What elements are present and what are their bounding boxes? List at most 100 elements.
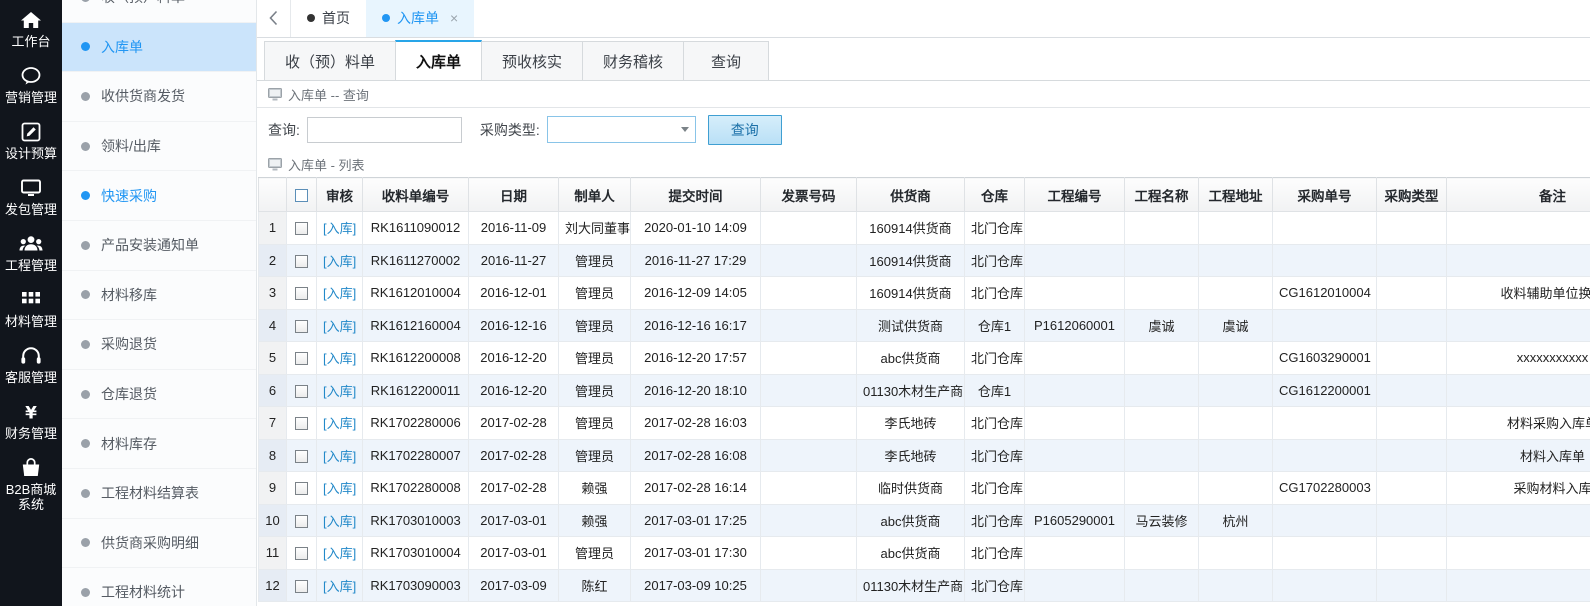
window-tab-1[interactable]: 首页 xyxy=(291,0,366,37)
cell-audit[interactable]: [入库] xyxy=(317,472,363,505)
table-row[interactable]: 2[入库]RK16112700022016-11-27管理员2016-11-27… xyxy=(259,244,1590,277)
collapse-sidebar-button[interactable] xyxy=(257,0,291,37)
table-header-audit[interactable]: 审核 xyxy=(317,178,363,212)
cell-audit[interactable]: [入库] xyxy=(317,212,363,245)
stock-in-link[interactable]: [入库] xyxy=(323,481,356,496)
window-tab-2[interactable]: 入库单× xyxy=(366,0,474,37)
table-row[interactable]: 7[入库]RK17022800062017-02-28管理员2017-02-28… xyxy=(259,407,1590,440)
row-checkbox-cell[interactable] xyxy=(287,569,317,602)
submenu-item-6[interactable]: 产品安装通知单 xyxy=(62,221,256,271)
row-checkbox-cell[interactable] xyxy=(287,472,317,505)
table-header-date[interactable]: 日期 xyxy=(469,178,559,212)
table-row[interactable]: 10[入库]RK17030100032017-03-01赖强2017-03-01… xyxy=(259,504,1590,537)
table-header-code[interactable]: 收料单编号 xyxy=(363,178,469,212)
stock-in-link[interactable]: [入库] xyxy=(323,319,356,334)
query-input[interactable] xyxy=(307,117,462,143)
table-header-supplier[interactable]: 供货商 xyxy=(857,178,965,212)
row-checkbox[interactable] xyxy=(295,222,308,235)
inner-tab-5[interactable]: 查询 xyxy=(683,41,769,80)
stock-in-link[interactable]: [入库] xyxy=(323,221,356,236)
row-checkbox[interactable] xyxy=(295,547,308,560)
row-checkbox[interactable] xyxy=(295,255,308,268)
table-header-projaddr[interactable]: 工程地址 xyxy=(1199,178,1273,212)
table-row[interactable]: 12[入库]RK17030900032017-03-09陈红2017-03-09… xyxy=(259,569,1590,602)
table-header-potype[interactable]: 采购类型 xyxy=(1377,178,1447,212)
row-checkbox-cell[interactable] xyxy=(287,244,317,277)
rail-item-4[interactable]: 发包管理 xyxy=(0,168,62,224)
row-checkbox[interactable] xyxy=(295,385,308,398)
stock-in-link[interactable]: [入库] xyxy=(323,384,356,399)
row-checkbox-cell[interactable] xyxy=(287,439,317,472)
rail-item-3[interactable]: 设计预算 xyxy=(0,112,62,168)
rail-item-9[interactable]: B2B商城系统 xyxy=(0,448,62,519)
row-checkbox[interactable] xyxy=(295,515,308,528)
table-header-projname[interactable]: 工程名称 xyxy=(1125,178,1199,212)
table-header-remark[interactable]: 备注 xyxy=(1447,178,1590,212)
table-row[interactable]: 9[入库]RK17022800082017-02-28赖强2017-02-28 … xyxy=(259,472,1590,505)
submenu-item-1[interactable]: 收（预）料单 xyxy=(62,0,256,23)
cell-audit[interactable]: [入库] xyxy=(317,504,363,537)
inner-tab-1[interactable]: 收（预）料单 xyxy=(264,41,396,80)
row-checkbox[interactable] xyxy=(295,417,308,430)
table-header-submit[interactable]: 提交时间 xyxy=(631,178,761,212)
table-row[interactable]: 3[入库]RK16120100042016-12-01管理员2016-12-09… xyxy=(259,277,1590,310)
row-checkbox[interactable] xyxy=(295,287,308,300)
inner-tab-2[interactable]: 入库单 xyxy=(395,40,482,80)
cell-audit[interactable]: [入库] xyxy=(317,244,363,277)
rail-item-2[interactable]: 营销管理 xyxy=(0,56,62,112)
row-checkbox-cell[interactable] xyxy=(287,537,317,570)
stock-in-link[interactable]: [入库] xyxy=(323,351,356,366)
select-all-checkbox-header[interactable] xyxy=(287,178,317,212)
submenu-item-8[interactable]: 采购退货 xyxy=(62,320,256,370)
close-icon[interactable]: × xyxy=(450,10,458,26)
stock-in-link[interactable]: [入库] xyxy=(323,254,356,269)
select-all-checkbox[interactable] xyxy=(295,189,308,202)
submenu-item-13[interactable]: 工程材料统计 xyxy=(62,568,256,606)
cell-audit[interactable]: [入库] xyxy=(317,407,363,440)
stock-in-link[interactable]: [入库] xyxy=(323,416,356,431)
cell-audit[interactable]: [入库] xyxy=(317,537,363,570)
rail-item-6[interactable]: 材料管理 xyxy=(0,280,62,336)
search-button[interactable]: 查询 xyxy=(708,115,782,145)
cell-audit[interactable]: [入库] xyxy=(317,374,363,407)
table-row[interactable]: 11[入库]RK17030100042017-03-01管理员2017-03-0… xyxy=(259,537,1590,570)
row-checkbox-cell[interactable] xyxy=(287,504,317,537)
cell-audit[interactable]: [入库] xyxy=(317,569,363,602)
table-row[interactable]: 6[入库]RK16122000112016-12-20管理员2016-12-20… xyxy=(259,374,1590,407)
inner-tab-4[interactable]: 财务稽核 xyxy=(582,41,684,80)
row-checkbox[interactable] xyxy=(295,482,308,495)
submenu-item-12[interactable]: 供货商采购明细 xyxy=(62,519,256,569)
submenu-item-4[interactable]: 领料/出库 xyxy=(62,122,256,172)
row-checkbox[interactable] xyxy=(295,352,308,365)
rail-item-5[interactable]: 工程管理 xyxy=(0,224,62,280)
table-row[interactable]: 4[入库]RK16121600042016-12-16管理员2016-12-16… xyxy=(259,309,1590,342)
submenu-item-5[interactable]: 快速采购 xyxy=(62,171,256,221)
stock-in-link[interactable]: [入库] xyxy=(323,579,356,594)
rail-item-7[interactable]: 客服管理 xyxy=(0,336,62,392)
submenu-item-7[interactable]: 材料移库 xyxy=(62,271,256,321)
table-row[interactable]: 5[入库]RK16122000082016-12-20管理员2016-12-20… xyxy=(259,342,1590,375)
submenu-item-9[interactable]: 仓库退货 xyxy=(62,370,256,420)
table-header-pono[interactable]: 采购单号 xyxy=(1273,178,1377,212)
rail-item-1[interactable]: 工作台 xyxy=(0,0,62,56)
table-header-maker[interactable]: 制单人 xyxy=(559,178,631,212)
row-checkbox-cell[interactable] xyxy=(287,309,317,342)
row-checkbox[interactable] xyxy=(295,320,308,333)
row-checkbox-cell[interactable] xyxy=(287,342,317,375)
table-row[interactable]: 8[入库]RK17022800072017-02-28管理员2017-02-28… xyxy=(259,439,1590,472)
stock-in-link[interactable]: [入库] xyxy=(323,546,356,561)
purchase-type-select[interactable]: 材料采购快速采购 xyxy=(547,116,696,143)
inner-tab-3[interactable]: 预收核实 xyxy=(481,41,583,80)
cell-audit[interactable]: [入库] xyxy=(317,277,363,310)
stock-in-link[interactable]: [入库] xyxy=(323,514,356,529)
cell-audit[interactable]: [入库] xyxy=(317,309,363,342)
submenu-item-11[interactable]: 工程材料结算表 xyxy=(62,469,256,519)
stock-in-link[interactable]: [入库] xyxy=(323,286,356,301)
row-checkbox-cell[interactable] xyxy=(287,407,317,440)
cell-audit[interactable]: [入库] xyxy=(317,439,363,472)
submenu-item-3[interactable]: 收供货商发货 xyxy=(62,72,256,122)
cell-audit[interactable]: [入库] xyxy=(317,342,363,375)
rail-item-8[interactable]: ¥财务管理 xyxy=(0,392,62,448)
table-row[interactable]: 1[入库]RK16110900122016-11-09刘大同董事长2020-01… xyxy=(259,212,1590,245)
submenu-item-10[interactable]: 材料库存 xyxy=(62,419,256,469)
